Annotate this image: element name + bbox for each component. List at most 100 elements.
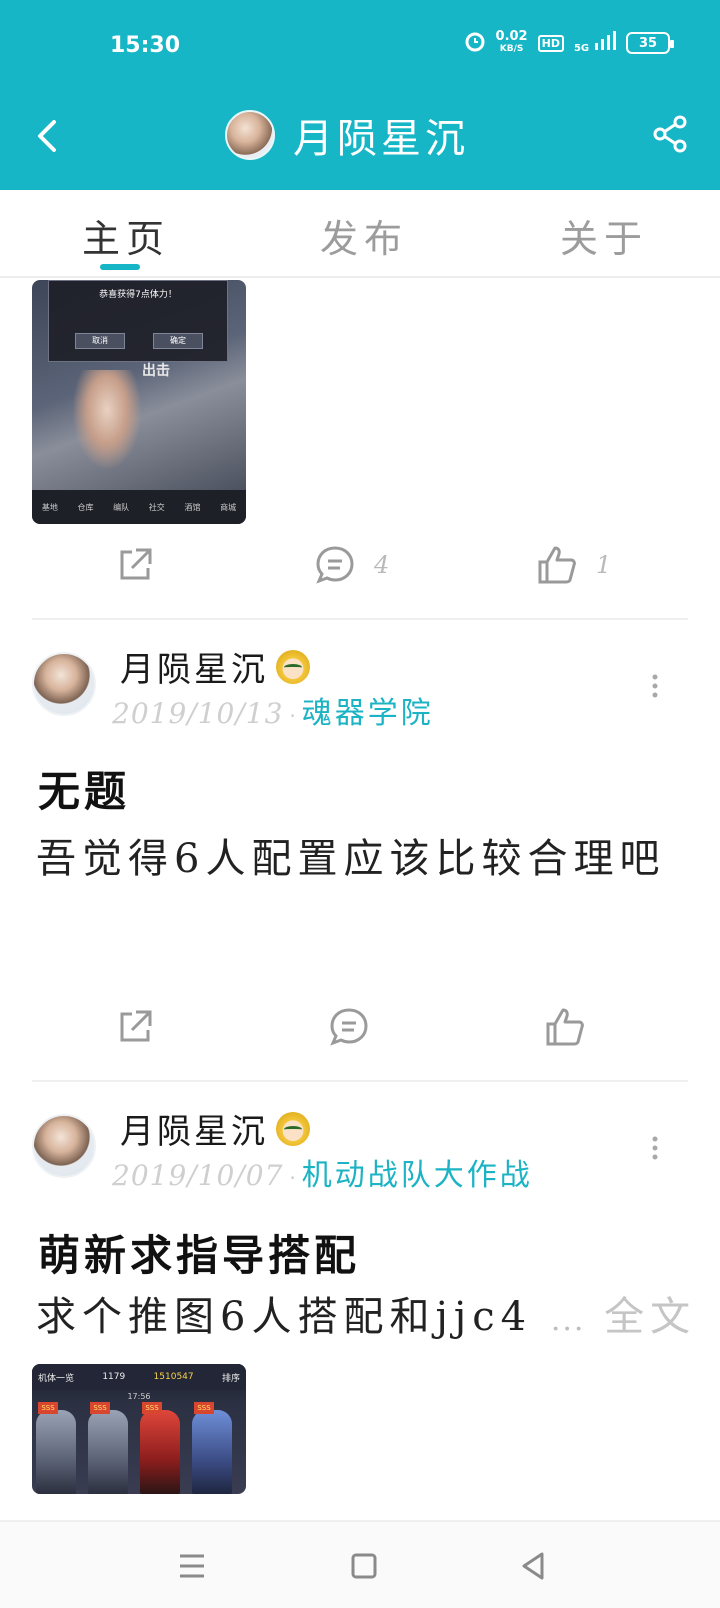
- post-image-game-screenshot[interactable]: 恭喜获得7点体力！ 取消 确定 出击 基地 仓库 编队 社交 酒馆 商城: [32, 280, 246, 524]
- status-time: 15:30: [110, 33, 181, 58]
- image-dialog: 恭喜获得7点体力！ 取消 确定: [48, 280, 228, 362]
- menu-icon[interactable]: [168, 1542, 216, 1590]
- external-share-icon: [120, 548, 152, 580]
- image-header-label: 机体一览: [38, 1373, 75, 1384]
- image-character: [72, 370, 142, 470]
- thumbs-up-icon: [538, 546, 576, 584]
- post-circle-link[interactable]: 魂器学院: [302, 688, 434, 732]
- meta-separator: ·: [289, 704, 296, 728]
- hd-badge: HD: [537, 34, 564, 52]
- post-body-excerpt[interactable]: 求个推图6人搭配和jjc4 ... 全文: [36, 1284, 690, 1354]
- alarm-icon: [464, 30, 486, 56]
- external-share-icon: [120, 1010, 152, 1042]
- comment-count: 4: [374, 551, 390, 579]
- image-mech: [36, 1410, 76, 1494]
- image-tabbar-item: 编队: [113, 502, 130, 512]
- tab-about[interactable]: 关于: [560, 208, 648, 263]
- image-rank-tag: SSS: [142, 1402, 162, 1414]
- image-mech: [140, 1410, 180, 1494]
- comment-button[interactable]: 4: [314, 544, 389, 586]
- signal-icon: 5G: [574, 31, 616, 55]
- comment-icon: [316, 546, 354, 584]
- signal-label: 5G: [573, 43, 590, 54]
- author-name[interactable]: 月陨星沉: [120, 1104, 268, 1153]
- like-button[interactable]: [544, 1006, 586, 1048]
- image-dialog-title: 恭喜获得7点体力！: [99, 290, 177, 300]
- image-count-b: 1510547: [153, 1372, 194, 1382]
- author-avatar[interactable]: [32, 1114, 96, 1178]
- author-name[interactable]: 月陨星沉: [120, 642, 268, 691]
- image-mech: [88, 1410, 128, 1494]
- net-speed: 0.02 KB/S: [496, 30, 528, 56]
- tab-publish[interactable]: 发布: [320, 208, 408, 263]
- comment-button[interactable]: [328, 1006, 370, 1048]
- post-title[interactable]: 萌新求指导搭配: [38, 1222, 360, 1283]
- image-tabbar-item: 仓库: [77, 502, 94, 512]
- read-more-link[interactable]: 全文: [604, 1294, 696, 1340]
- image-rank-tag: SSS: [194, 1402, 214, 1414]
- image-tabbar-item: 酒馆: [184, 502, 201, 512]
- more-options-icon[interactable]: [650, 1136, 660, 1160]
- system-nav-bar: [0, 1520, 720, 1608]
- image-rank-tag: SSS: [38, 1402, 58, 1414]
- image-tabbar-item: 商城: [220, 502, 237, 512]
- post-feed[interactable]: 恭喜获得7点体力！ 取消 确定 出击 基地 仓库 编队 社交 酒馆 商城 4 1: [0, 280, 720, 1520]
- back-arrow-icon[interactable]: [28, 110, 68, 160]
- share-button[interactable]: [114, 1006, 156, 1048]
- image-battle-label: 出击: [142, 363, 170, 379]
- image-cancel-label: 取消: [75, 333, 125, 349]
- tab-home[interactable]: 主页: [82, 208, 170, 263]
- share-button[interactable]: [114, 544, 156, 586]
- post-actions: 4 1: [0, 536, 720, 596]
- user-badge-icon: [276, 649, 310, 684]
- tab-bar: 主页 发布 关于: [0, 190, 720, 278]
- post-date: 2019/10/13: [112, 697, 284, 730]
- post-divider: [32, 618, 688, 620]
- post-header: 月陨星沉 2019/10/07 · 机动战队大作战: [0, 1094, 720, 1194]
- home-square-icon[interactable]: [340, 1542, 388, 1590]
- image-count-a: 1179: [102, 1372, 126, 1382]
- post-meta: 2019/10/13 · 魂器学院: [112, 688, 434, 732]
- author-row: 月陨星沉: [120, 642, 310, 691]
- image-rank-tag: SSS: [90, 1402, 110, 1414]
- post-meta: 2019/10/07 · 机动战队大作战: [112, 1150, 533, 1194]
- post-divider: [32, 1080, 688, 1082]
- image-mech: [192, 1410, 232, 1494]
- meta-separator: ·: [289, 1166, 296, 1190]
- image-tabbar-item: 基地: [41, 502, 58, 512]
- post-date: 2019/10/07: [112, 1159, 284, 1192]
- battery-icon: 35: [626, 32, 674, 54]
- header-title: 月陨星沉: [293, 116, 469, 162]
- post-circle-link[interactable]: 机动战队大作战: [302, 1150, 533, 1194]
- author-row: 月陨星沉: [120, 1104, 310, 1153]
- active-tab-indicator: [100, 264, 140, 270]
- ellipsis: ...: [550, 1303, 586, 1338]
- more-options-icon[interactable]: [650, 674, 660, 698]
- post-body[interactable]: 吾觉得6人配置应该比较合理吧: [36, 826, 676, 892]
- like-button[interactable]: 1: [536, 544, 611, 586]
- image-topbar: 机体一览 1179 1510547 排序: [32, 1364, 246, 1390]
- image-confirm-label: 确定: [153, 333, 203, 349]
- like-count: 1: [596, 551, 612, 579]
- nav-bar: 月陨星沉: [0, 100, 720, 170]
- thumbs-up-icon: [546, 1008, 584, 1046]
- status-icons: 0.02 KB/S HD 5G 35: [464, 30, 674, 56]
- header-avatar: [225, 110, 275, 160]
- status-bar: 15:30 0.02 KB/S HD 5G 35: [0, 0, 720, 90]
- image-tabbar-item: 社交: [148, 502, 165, 512]
- post-title[interactable]: 无题: [38, 758, 130, 819]
- image-sort-label: 排序: [221, 1373, 240, 1384]
- author-avatar[interactable]: [32, 652, 96, 716]
- user-badge-icon: [276, 1111, 310, 1146]
- image-tabbar: 基地 仓库 编队 社交 酒馆 商城: [32, 490, 246, 524]
- battery-level: 35: [638, 35, 658, 51]
- comment-icon: [330, 1008, 368, 1046]
- header-title-group: 月陨星沉: [225, 106, 469, 164]
- post-body: 求个推图6人搭配和jjc4: [36, 1294, 533, 1340]
- post-image-mech-lineup[interactable]: 机体一览 1179 1510547 排序 17:56 SSS SSS SSS S…: [32, 1364, 246, 1494]
- post-header: 月陨星沉 2019/10/13 · 魂器学院: [0, 632, 720, 732]
- share-icon[interactable]: [648, 112, 692, 156]
- app-header: 15:30 0.02 KB/S HD 5G 35 月陨星沉: [0, 0, 720, 190]
- post-actions: [0, 998, 720, 1058]
- back-triangle-icon[interactable]: [510, 1542, 558, 1590]
